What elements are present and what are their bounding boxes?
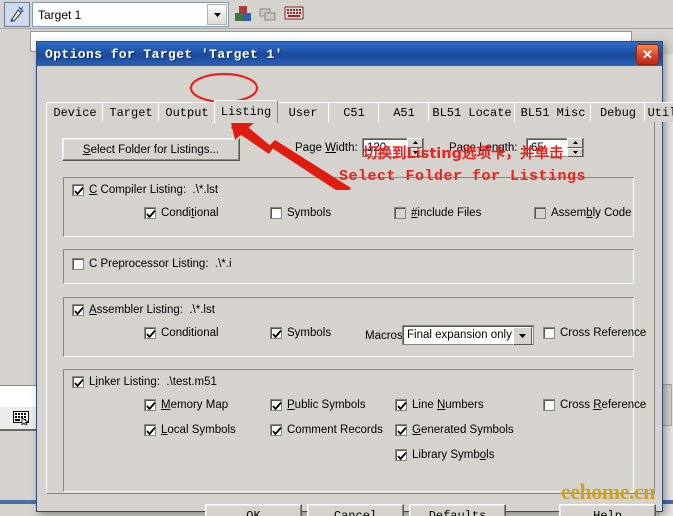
linker-listing-checkbox[interactable]: Linker Listing: .\test.m51 (72, 376, 217, 388)
linker-local-symbols-checkbox[interactable]: Local Symbols (144, 424, 236, 436)
linker-public-symbols-checkbox[interactable]: Public Symbols (270, 399, 366, 411)
cancel-button[interactable]: Cancel (307, 504, 404, 516)
linker-cross-reference-checkbox[interactable]: Cross Reference (543, 399, 646, 411)
chevron-down-icon[interactable] (207, 4, 227, 25)
linker-library-symbols-label: Library Symbols (412, 449, 495, 461)
c-compiler-include-files-label: #include Files (411, 207, 482, 219)
checkbox-checked-icon (144, 399, 156, 411)
checkbox-checked-icon (72, 304, 84, 316)
checkbox-checked-icon (72, 376, 84, 388)
assembler-symbols-label: Symbols (287, 327, 332, 339)
c-compiler-assembly-code-checkbox[interactable]: Assembly Code (534, 207, 632, 219)
dialog-titlebar[interactable]: Options for Target 'Target 1' ✕ (37, 42, 662, 66)
c-compiler-conditional-label: Conditional (161, 207, 219, 219)
assembler-conditional-label: Conditional (161, 327, 219, 339)
target-select-value: Target 1 (38, 7, 82, 22)
linker-public-symbols-label: Public Symbols (287, 399, 366, 411)
target-select[interactable]: Target 1 (32, 2, 229, 27)
c-preprocessor-listing-group: C Preprocessor Listing: .\*.i (63, 249, 634, 284)
macros-select-value: Final expansion only (407, 329, 512, 341)
c-preprocessor-listing-label: C Preprocessor Listing: .\*.i (89, 258, 232, 270)
checkbox-unchecked-icon (72, 258, 84, 270)
tab-listing[interactable]: Listing (214, 100, 278, 123)
linker-generated-symbols-label: Generated Symbols (412, 424, 514, 436)
checkbox-checked-icon (395, 449, 407, 461)
ide-toolbar: Target 1 (0, 0, 673, 29)
assembler-cross-reference-label: Cross Reference (560, 327, 647, 339)
checkbox-checked-icon (270, 399, 282, 411)
checkbox-checked-icon (72, 184, 84, 196)
manage-components-icon[interactable] (258, 4, 278, 24)
linker-memory-map-checkbox[interactable]: Memory Map (144, 399, 228, 411)
chevron-down-icon[interactable] (513, 327, 532, 345)
linker-library-symbols-checkbox[interactable]: Library Symbols (395, 449, 494, 461)
screen: Target 1 Options for Target 'Target 1' ✕… (0, 0, 673, 516)
select-folder-for-listings-button[interactable]: Select Folder for Listings... (62, 138, 240, 161)
page-length-spin-buttons[interactable] (567, 138, 583, 157)
c-compiler-include-files-checkbox[interactable]: #include Files (394, 207, 481, 219)
c-compiler-listing-checkbox[interactable]: C Compiler Listing: .\*.lst (72, 184, 218, 196)
checkbox-unchecked-icon (394, 207, 406, 219)
keyboard-icon[interactable] (284, 4, 304, 24)
checkbox-checked-icon (395, 399, 407, 411)
annotation-line-en: Select Folder for Listings (339, 168, 587, 185)
c-compiler-conditional-checkbox[interactable]: Conditional (144, 207, 219, 219)
assembler-conditional-checkbox[interactable]: Conditional (144, 327, 219, 339)
watermark: eehome.cn (561, 479, 655, 504)
c-compiler-listing-label: C Compiler Listing: .\*.lst (89, 184, 219, 196)
tab-bl51-misc[interactable]: BL51 Misc (514, 102, 592, 122)
linker-listing-group: Linker Listing: .\test.m51 Memory Map Pu… (63, 369, 646, 492)
linker-local-symbols-label: Local Symbols (161, 424, 236, 436)
keypad-icon[interactable] (10, 407, 34, 428)
target-options-icon[interactable] (234, 4, 254, 24)
assembler-listing-label: Assembler Listing: .\*.lst (89, 304, 215, 316)
spin-down-icon[interactable] (567, 147, 583, 157)
wizard-icon[interactable] (4, 2, 30, 27)
linker-line-numbers-checkbox[interactable]: Line Numbers (395, 399, 484, 411)
checkbox-checked-icon (144, 327, 156, 339)
checkbox-checked-icon (144, 207, 156, 219)
tab-debug[interactable]: Debug (590, 102, 646, 122)
defaults-button[interactable]: Defaults (409, 504, 506, 516)
assembler-symbols-checkbox[interactable]: Symbols (270, 327, 331, 339)
c-preprocessor-listing-checkbox[interactable]: C Preprocessor Listing: .\*.i (72, 258, 232, 270)
assembler-listing-group: Assembler Listing: .\*.lst Conditional S… (63, 297, 646, 357)
linker-listing-label: Linker Listing: .\test.m51 (89, 376, 217, 388)
linker-cross-reference-label: Cross Reference (560, 399, 647, 411)
dialog-title: Options for Target 'Target 1' (45, 46, 283, 62)
c-compiler-symbols-checkbox[interactable]: Symbols (270, 207, 331, 219)
spin-up-icon[interactable] (567, 138, 583, 148)
assembler-listing-checkbox[interactable]: Assembler Listing: .\*.lst (72, 304, 215, 316)
close-icon[interactable]: ✕ (636, 44, 659, 65)
checkbox-checked-icon (270, 327, 282, 339)
linker-memory-map-label: Memory Map (161, 399, 229, 411)
tab-utilities[interactable]: Utilities (644, 102, 673, 122)
tab-output[interactable]: Output (158, 102, 216, 122)
select-folder-label: Select Folder for Listings... (82, 143, 220, 156)
tab-a51[interactable]: A51 (378, 102, 430, 122)
assembler-cross-reference-checkbox[interactable]: Cross Reference (543, 327, 646, 339)
tab-device[interactable]: Device (46, 102, 104, 122)
linker-line-numbers-label: Line Numbers (412, 399, 484, 411)
linker-comment-records-checkbox[interactable]: Comment Records (270, 424, 383, 436)
checkbox-checked-icon (270, 424, 282, 436)
linker-generated-symbols-checkbox[interactable]: Generated Symbols (395, 424, 514, 436)
linker-comment-records-label: Comment Records (287, 424, 383, 436)
checkbox-checked-icon (144, 424, 156, 436)
c-compiler-symbols-label: Symbols (287, 207, 332, 219)
checkbox-unchecked-icon (543, 399, 555, 411)
tab-target[interactable]: Target (102, 102, 160, 122)
ok-button[interactable]: OK (205, 504, 302, 516)
macros-select[interactable]: Final expansion only (402, 325, 534, 345)
checkbox-checked-icon (395, 424, 407, 436)
checkbox-unchecked-icon (270, 207, 282, 219)
c-compiler-assembly-code-label: Assembly Code (551, 207, 632, 219)
help-button[interactable]: Help (559, 504, 656, 516)
annotation-line-cn: 切换到Listing选项卡，并单击 (363, 146, 564, 162)
checkbox-unchecked-icon (534, 207, 546, 219)
tab-bl51-locate[interactable]: BL51 Locate (428, 102, 516, 122)
macros-label: Macros: (365, 330, 406, 342)
checkbox-unchecked-icon (543, 327, 555, 339)
